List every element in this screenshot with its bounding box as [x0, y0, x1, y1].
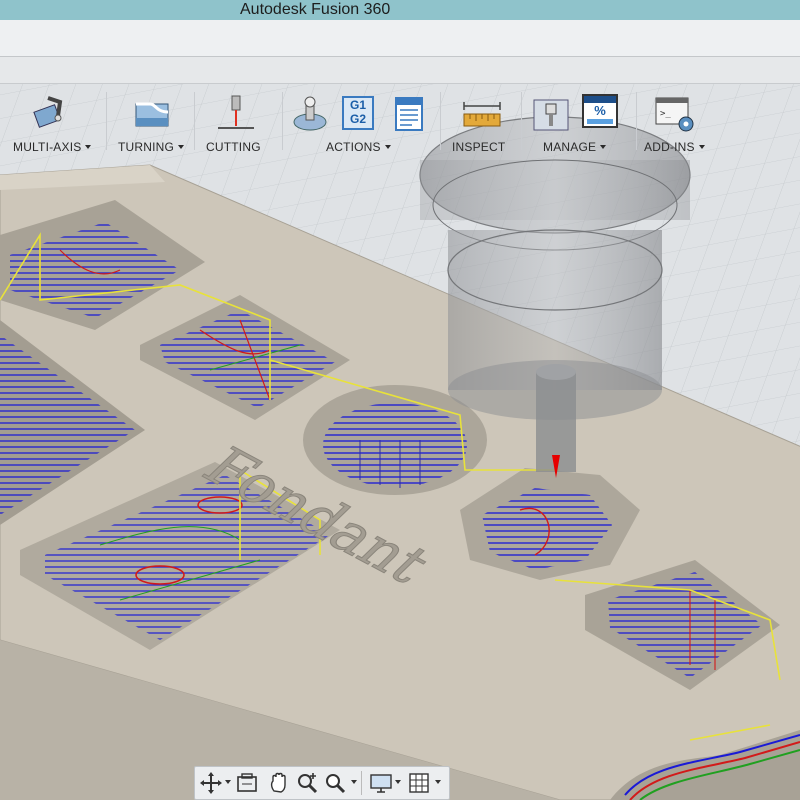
group-manage[interactable]: % MANAGE	[526, 88, 630, 154]
group-inspect-label: INSPECT	[452, 140, 506, 154]
zoom-window-icon[interactable]	[323, 771, 347, 795]
simulate-icon	[293, 96, 327, 131]
zoom-icon[interactable]	[295, 771, 319, 795]
zoom-dropdown[interactable]	[351, 780, 357, 784]
group-multi-axis[interactable]: MULTI-AXIS	[0, 88, 100, 154]
menu-band	[0, 20, 800, 57]
toolbar-separator	[282, 92, 283, 150]
tool-library-icon	[533, 99, 569, 131]
group-multi-axis-label: MULTI-AXIS	[13, 140, 92, 154]
grid-settings-dropdown[interactable]	[435, 780, 441, 784]
group-cutting-label: CUTTING	[206, 140, 261, 154]
display-settings-icon[interactable]	[369, 771, 393, 795]
toolbar-separator	[194, 92, 195, 150]
measure-icon	[463, 102, 501, 127]
toolbar-separator	[521, 92, 522, 150]
group-turning[interactable]: TURNING	[110, 88, 190, 154]
window-title: Autodesk Fusion 360	[240, 1, 391, 18]
look-at-icon[interactable]	[235, 771, 259, 795]
orbit-dropdown[interactable]	[225, 780, 231, 784]
templates-icon: %	[582, 94, 618, 128]
grid-settings-icon[interactable]	[407, 771, 431, 795]
canvas-viewport[interactable]: Fondant	[0, 84, 800, 800]
toolbar-separator	[440, 92, 441, 150]
scripts-icon: >_	[655, 97, 694, 132]
pan-icon[interactable]	[267, 771, 291, 795]
ribbon-header	[0, 57, 800, 84]
toolbar-separator	[106, 92, 107, 150]
navigation-bar	[194, 766, 450, 800]
group-actions-label: ACTIONS	[326, 140, 391, 154]
setup-sheet-icon	[395, 97, 423, 131]
group-add-ins-label: ADD-INS	[644, 140, 705, 154]
group-cutting[interactable]: CUTTING	[198, 88, 268, 154]
group-manage-label: MANAGE	[543, 140, 607, 154]
ribbon-toolbar: MULTI-AXIS TURNING CUTTING G1 G2 ACTIONS…	[0, 88, 720, 154]
orbit-icon[interactable]	[199, 771, 223, 795]
title-bar: Autodesk Fusion 360	[0, 0, 800, 20]
display-settings-dropdown[interactable]	[395, 780, 401, 784]
group-turning-label: TURNING	[118, 140, 185, 154]
turning-icon	[135, 102, 169, 127]
group-inspect[interactable]: INSPECT	[446, 88, 516, 154]
multi-axis-icon	[33, 96, 63, 128]
group-actions[interactable]: G1 G2 ACTIONS	[286, 88, 434, 154]
svg-text:>_: >_	[660, 109, 671, 119]
cutting-icon	[218, 95, 254, 129]
group-add-ins[interactable]: >_ ADD-INS	[640, 88, 720, 154]
nav-separator	[361, 771, 362, 795]
toolbar-separator	[636, 92, 637, 150]
post-process-icon: G1 G2	[342, 96, 374, 130]
